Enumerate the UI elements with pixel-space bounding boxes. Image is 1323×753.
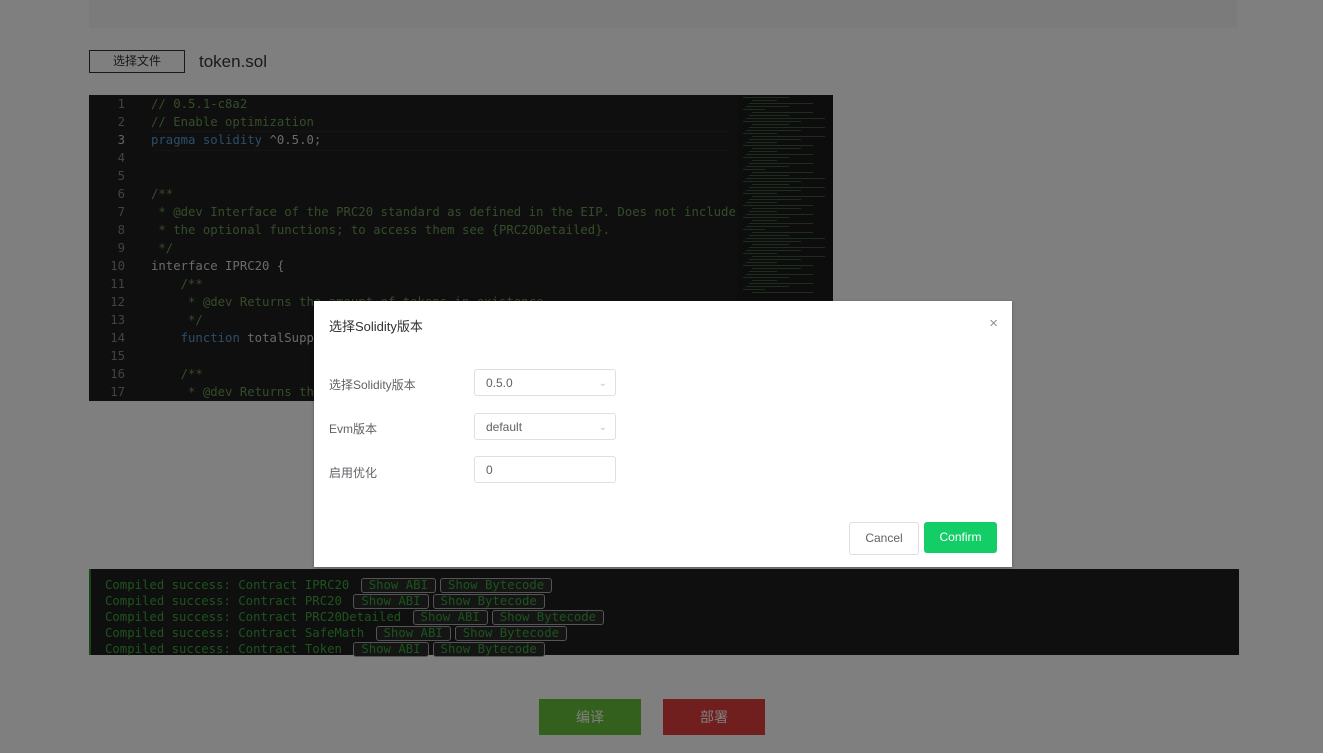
solidity-version-value: 0.5.0 (486, 376, 513, 390)
dialog-title: 选择Solidity版本 (329, 319, 423, 334)
optimization-value: 0 (486, 463, 493, 477)
solidity-version-select[interactable]: 0.5.0 ⌄ (474, 369, 616, 396)
confirm-button[interactable]: Confirm (924, 522, 997, 553)
evm-version-select[interactable]: default ⌄ (474, 413, 616, 440)
evm-version-label: Evm版本 (329, 422, 378, 436)
optimization-input[interactable]: 0 (474, 456, 616, 483)
chevron-down-icon: ⌄ (598, 422, 607, 433)
evm-version-value: default (486, 420, 523, 434)
optimization-label: 启用优化 (329, 466, 378, 480)
close-icon[interactable]: × (989, 315, 998, 332)
solidity-version-dialog: 选择Solidity版本 × 选择Solidity版本 0.5.0 ⌄ Evm版本… (314, 301, 1012, 567)
chevron-down-icon: ⌄ (598, 378, 607, 389)
cancel-button[interactable]: Cancel (849, 522, 919, 555)
solidity-version-label: 选择Solidity版本 (329, 378, 416, 392)
